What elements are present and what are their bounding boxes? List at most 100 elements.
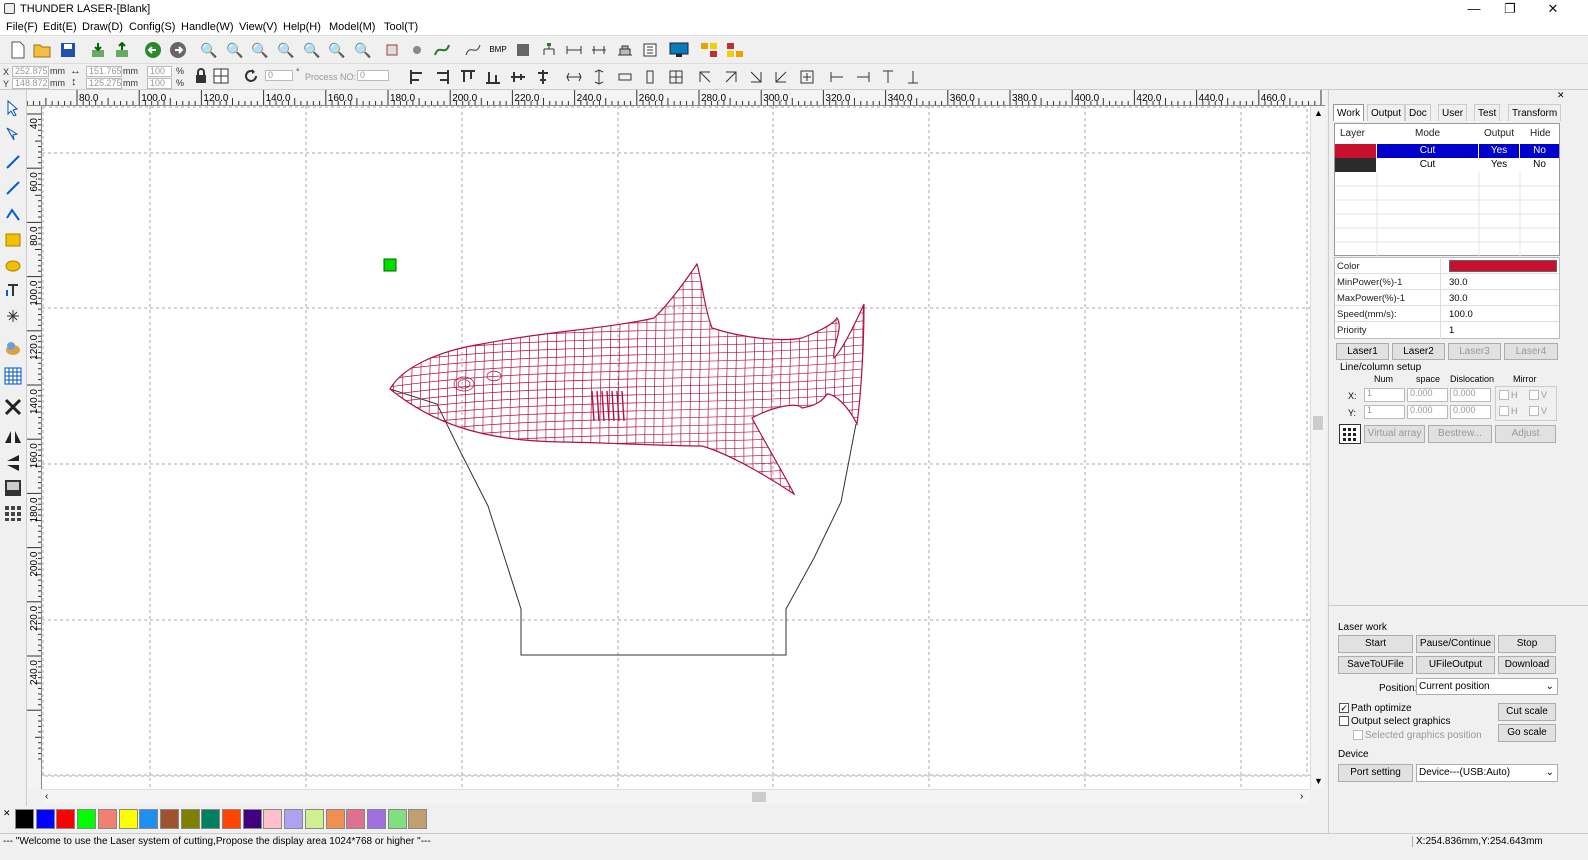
pause-continue-button[interactable]: Pause/Continue: [1416, 635, 1495, 653]
cut-scale-button[interactable]: Cut scale: [1498, 703, 1556, 721]
layer-hide[interactable]: No: [1520, 144, 1559, 158]
new-file-icon[interactable]: [8, 40, 28, 60]
origin-marker[interactable]: [383, 258, 397, 272]
position-grid-icon[interactable]: [211, 66, 231, 86]
tab-laser1[interactable]: Laser1: [1336, 343, 1389, 360]
mirror-xv-checkbox[interactable]: [1529, 390, 1539, 400]
page-center-icon[interactable]: [797, 67, 817, 87]
mirror-yv-checkbox[interactable]: [1529, 406, 1539, 416]
select-arrow-icon[interactable]: [3, 98, 23, 118]
menu-model[interactable]: Model(M): [329, 21, 375, 33]
array-grid-icon[interactable]: [1339, 424, 1361, 444]
port-setting-button[interactable]: Port setting: [1338, 764, 1413, 782]
device-select[interactable]: Device---(USB:Auto) ⌄: [1416, 764, 1558, 782]
color-swatch[interactable]: [15, 809, 34, 829]
save-icon[interactable]: [58, 40, 78, 60]
palette-close-icon[interactable]: ✕: [3, 808, 11, 819]
panel-close-icon[interactable]: ✕: [1557, 90, 1565, 101]
save-to-ufile-button[interactable]: SaveToUFile: [1338, 656, 1413, 674]
distribute-icon[interactable]: [640, 67, 660, 87]
color-swatch[interactable]: [222, 809, 241, 829]
ellipse-tool-icon[interactable]: [3, 256, 23, 276]
laser-head-icon[interactable]: [615, 40, 635, 60]
vertical-scrollbar[interactable]: ▲ ▼: [1310, 106, 1325, 789]
ufile-output-button[interactable]: UFileOutput: [1416, 656, 1495, 674]
fill-icon[interactable]: [513, 40, 533, 60]
color-swatch[interactable]: [56, 809, 76, 829]
lamp-outline[interactable]: [389, 388, 857, 656]
mirror-xh-checkbox[interactable]: [1499, 390, 1509, 400]
download-button[interactable]: Download: [1498, 656, 1556, 674]
rectangle-tool-icon[interactable]: [3, 230, 23, 250]
prop-speed-value[interactable]: 100.0: [1449, 309, 1473, 320]
menu-help[interactable]: Help(H): [283, 21, 321, 33]
node-edit-icon[interactable]: [407, 40, 427, 60]
scale-y-field[interactable]: 100: [147, 78, 172, 89]
polyline-tool-icon[interactable]: [3, 178, 23, 198]
curve-icon[interactable]: [463, 40, 483, 60]
align-hcenter-icon[interactable]: [508, 67, 528, 87]
align-left-icon[interactable]: [407, 67, 427, 87]
page-right-icon[interactable]: [853, 67, 873, 87]
bitmap-handle-icon[interactable]: [3, 478, 23, 498]
color-swatch[interactable]: [408, 809, 428, 829]
center-grid-icon[interactable]: [666, 67, 686, 87]
redo-icon[interactable]: [168, 40, 188, 60]
horizontal-scrollbar[interactable]: ‹ ›: [42, 789, 1310, 804]
array-y-num[interactable]: 1: [1364, 405, 1405, 419]
image-tool-icon[interactable]: [3, 338, 23, 358]
color-swatch[interactable]: [180, 809, 200, 829]
corner-br-icon[interactable]: [746, 67, 766, 87]
y-field[interactable]: 148.872: [12, 78, 49, 89]
color-swatch[interactable]: [97, 809, 117, 829]
node-arrow-icon[interactable]: [3, 124, 23, 144]
prop-priority-value[interactable]: 1: [1449, 325, 1454, 336]
tab-laser4[interactable]: Laser4: [1504, 343, 1558, 360]
import-icon[interactable]: [88, 40, 108, 60]
rotate-field[interactable]: 0: [265, 70, 293, 81]
page-top-icon[interactable]: [878, 67, 898, 87]
go-scale-button[interactable]: Go scale: [1498, 724, 1556, 742]
text-tool-icon[interactable]: [3, 280, 23, 300]
h-scroll-thumb[interactable]: [752, 792, 766, 802]
tab-laser3[interactable]: Laser3: [1448, 343, 1501, 360]
color-swatch[interactable]: [118, 809, 138, 829]
color-swatch[interactable]: [159, 809, 179, 829]
zoom-in-icon[interactable]: 🔍: [225, 40, 245, 60]
color-swatch[interactable]: [201, 809, 221, 829]
layer-row[interactable]: Cut Yes No: [1335, 158, 1559, 172]
prop-color-swatch[interactable]: [1449, 260, 1557, 272]
menu-view[interactable]: View(V): [239, 21, 277, 33]
zoom-fit-icon[interactable]: 🔍: [199, 40, 219, 60]
rotate-icon[interactable]: [241, 66, 261, 86]
monitor-icon[interactable]: [669, 40, 689, 60]
tab-output[interactable]: Output: [1367, 104, 1406, 121]
scroll-down-icon[interactable]: ▼: [1314, 776, 1323, 786]
point-tool-icon[interactable]: [3, 306, 23, 326]
shark-wireframe[interactable]: [382, 256, 872, 516]
prop-minpower-value[interactable]: 30.0: [1449, 277, 1468, 288]
zoom-page-icon[interactable]: 🔍: [276, 40, 296, 60]
align-bottom-icon[interactable]: [483, 67, 503, 87]
color-swatch[interactable]: [242, 809, 262, 829]
layer-output[interactable]: Yes: [1479, 144, 1519, 158]
same-height-icon[interactable]: [589, 67, 609, 87]
tree-icon[interactable]: [539, 40, 559, 60]
undo-icon[interactable]: [143, 40, 163, 60]
stop-button[interactable]: Stop: [1498, 635, 1556, 653]
layer-mode[interactable]: Cut: [1377, 158, 1478, 172]
x-field[interactable]: 252.875: [12, 66, 49, 77]
array-copy-icon[interactable]: [725, 40, 745, 60]
array-tool-left-icon[interactable]: [3, 503, 23, 523]
tab-user[interactable]: User: [1438, 104, 1468, 121]
grid-tool-icon[interactable]: [3, 366, 23, 386]
tab-work[interactable]: Work: [1333, 104, 1365, 121]
color-swatch[interactable]: [263, 809, 283, 829]
height-field[interactable]: 125.275: [86, 78, 122, 89]
array-y-space[interactable]: 0.000: [1407, 405, 1448, 419]
process-field[interactable]: 0: [357, 70, 389, 81]
menu-file[interactable]: File(F): [6, 21, 38, 33]
color-swatch[interactable]: [77, 809, 97, 829]
array-tool-icon[interactable]: [699, 40, 719, 60]
prop-maxpower-value[interactable]: 30.0: [1449, 293, 1468, 304]
